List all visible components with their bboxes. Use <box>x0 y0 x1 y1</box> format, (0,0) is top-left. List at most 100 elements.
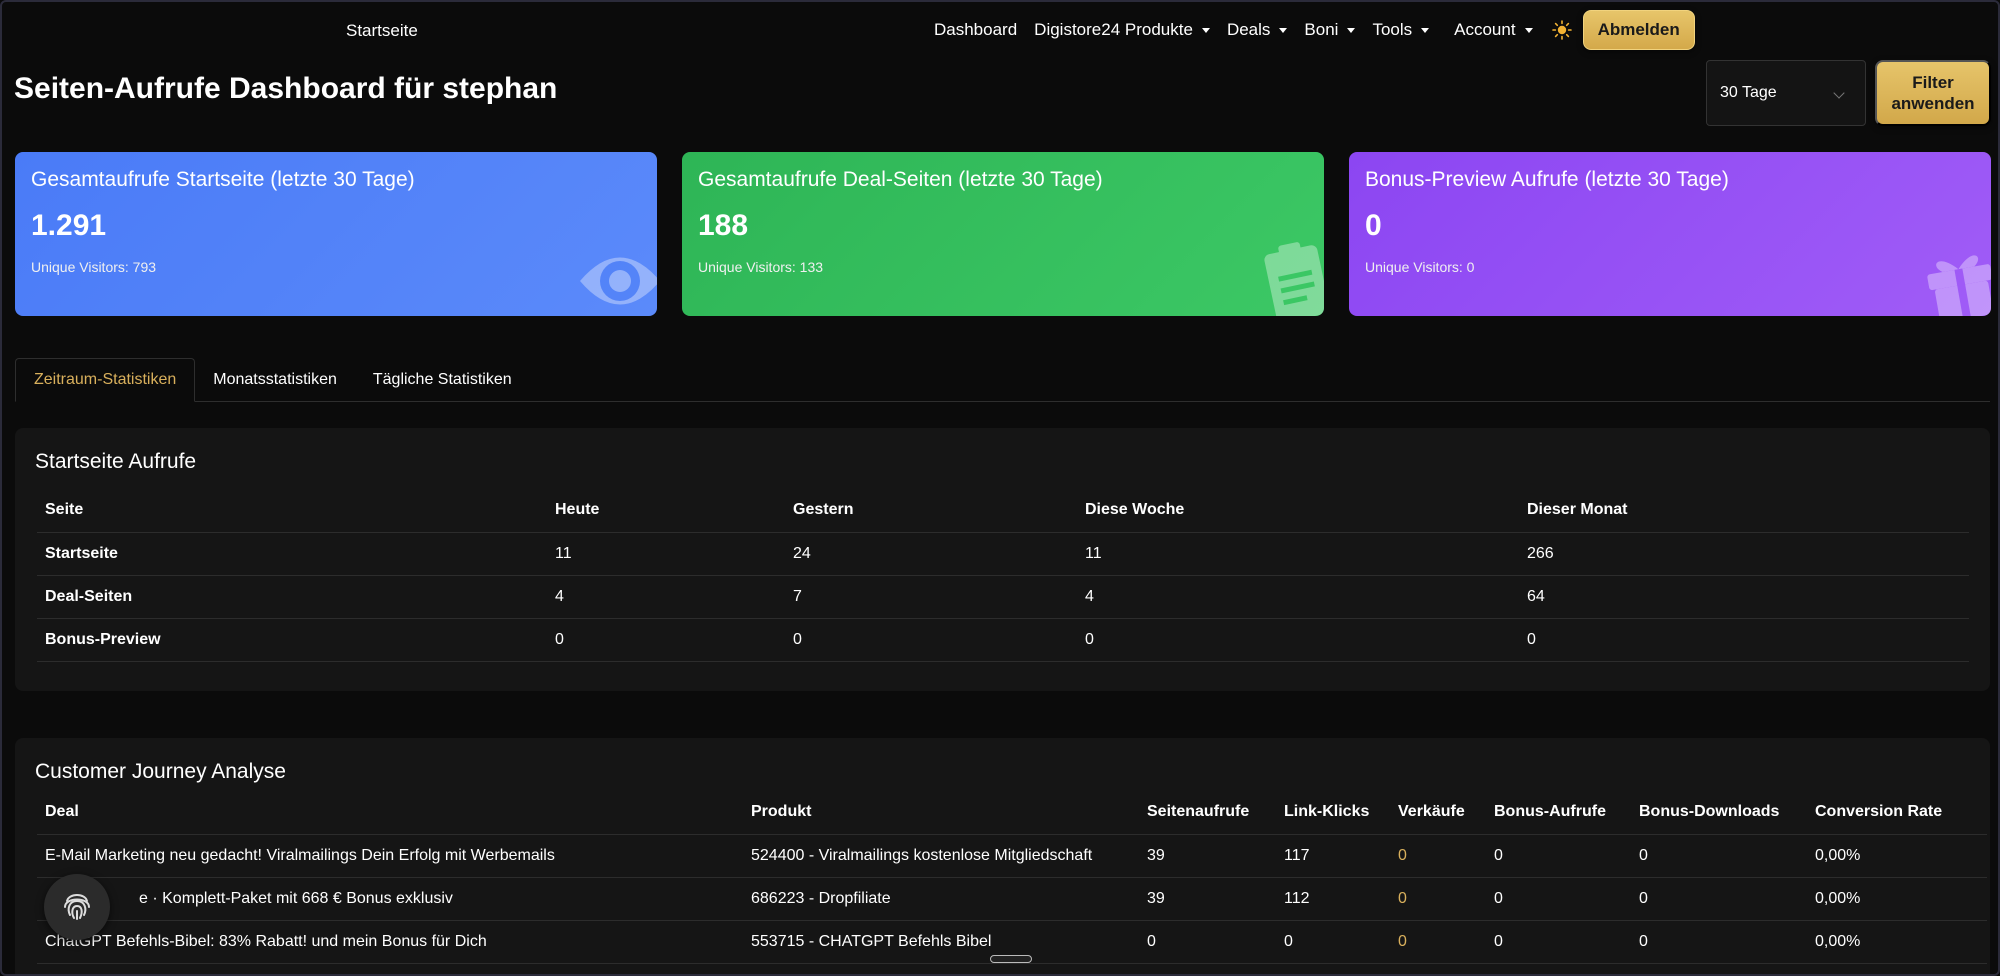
table-row: e · Komplett-Paket mit 668 € Bonus exklu… <box>37 877 1987 920</box>
fingerprint-button[interactable] <box>44 874 110 940</box>
card-title: Gesamtaufrufe Deal-Seiten (letzte 30 Tag… <box>698 168 1103 191</box>
table-cell: 0,00% <box>1815 846 1861 864</box>
column-header: Conversion Rate <box>1815 803 1943 821</box>
table-cell: 266 <box>1527 544 1554 562</box>
table-cell: 0,00% <box>1815 889 1861 907</box>
app-window: Startseite Dashboard Digistore24 Produkt… <box>0 0 2000 976</box>
table-cell-sales: 0 <box>1398 846 1407 864</box>
stat-card-deal-seiten: Gesamtaufrufe Deal-Seiten (letzte 30 Tag… <box>682 152 1324 316</box>
top-navbar: Startseite Dashboard Digistore24 Produkt… <box>2 2 1998 60</box>
table-header-row: Seite Heute Gestern Diese Woche Dieser M… <box>37 489 1969 532</box>
table-cell: 4 <box>555 587 564 605</box>
nav-links: Dashboard Digistore24 Produkte Deals Bon… <box>934 10 1695 50</box>
table-cell: 0,00% <box>1815 932 1861 950</box>
customer-journey-table: Deal Produkt Seitenaufrufe Link-Klicks V… <box>37 791 1987 964</box>
table-cell: 11 <box>1085 544 1102 562</box>
scroll-handle[interactable] <box>990 955 1032 963</box>
nav-item-label: Tools <box>1372 20 1413 39</box>
table-cell: 0 <box>1639 889 1648 907</box>
table-cell: 686223 - Dropfiliate <box>751 889 891 907</box>
table-cell: 0 <box>1527 630 1536 648</box>
table-cell-deal[interactable]: ChatGPT Befehls-Bibel: 83% Rabatt! und m… <box>37 920 743 963</box>
table-cell: Startseite <box>45 544 118 562</box>
table-cell: 0 <box>1494 932 1503 950</box>
customer-journey-panel: Customer Journey Analyse Deal Produkt Se… <box>15 738 1990 974</box>
nav-item-label: Digistore24 Produkte <box>1034 20 1193 39</box>
column-header: Verkäufe <box>1398 803 1465 821</box>
table-cell: 0 <box>1494 889 1503 907</box>
nav-item-label: Account <box>1454 20 1516 39</box>
nav-brand-link[interactable]: Startseite <box>346 21 418 41</box>
table-cell: 0 <box>1284 932 1293 950</box>
table-cell: 11 <box>555 544 572 562</box>
caret-down-icon <box>1524 27 1533 33</box>
card-value: 1.291 <box>31 209 107 242</box>
nav-item-dashboard[interactable]: Dashboard <box>934 20 1017 40</box>
table-cell: 0 <box>1639 932 1648 950</box>
nav-item-account[interactable]: Account <box>1454 20 1533 40</box>
table-cell: 24 <box>793 544 811 562</box>
column-header: Deal <box>45 803 79 821</box>
table-cell: 524400 - Viralmailings kostenlose Mitgli… <box>751 846 1093 864</box>
table-cell: Deal-Seiten <box>45 587 133 605</box>
table-cell: 553715 - CHATGPT Befehls Bibel <box>751 932 992 950</box>
apply-filter-button[interactable]: Filter anwenden <box>1875 60 1991 126</box>
tab-taegliche-statistiken[interactable]: Tägliche Statistiken <box>355 358 530 402</box>
caret-down-icon <box>1279 27 1288 33</box>
card-unique-visitors: Unique Visitors: 133 <box>698 259 824 275</box>
period-select-value: 30 Tage <box>1720 84 1777 101</box>
sun-icon[interactable] <box>1551 20 1572 40</box>
column-header: Diese Woche <box>1085 501 1185 519</box>
card-value: 188 <box>698 209 749 242</box>
table-cell: 64 <box>1527 587 1545 605</box>
eye-icon <box>575 229 657 316</box>
stat-card-bonus-preview: Bonus-Preview Aufrufe (letzte 30 Tage) 0… <box>1349 152 1991 316</box>
table-cell: 0 <box>1494 846 1503 864</box>
column-header: Bonus-Downloads <box>1639 803 1780 821</box>
nav-item-boni[interactable]: Boni <box>1304 20 1356 40</box>
table-cell: 0 <box>1085 630 1094 648</box>
table-cell-deal[interactable]: e · Komplett-Paket mit 668 € Bonus exklu… <box>37 877 743 920</box>
clipboard-icon <box>1262 239 1324 316</box>
filter-label-line2: anwenden <box>1891 94 1975 113</box>
gift-icon <box>1923 239 1991 316</box>
nav-item-label: Dashboard <box>934 20 1018 39</box>
period-select[interactable]: 30 Tage <box>1706 60 1866 126</box>
column-header: Seite <box>45 501 84 519</box>
logout-button[interactable]: Abmelden <box>1582 10 1695 50</box>
table-header-row: Deal Produkt Seitenaufrufe Link-Klicks V… <box>37 791 1987 834</box>
card-title: Bonus-Preview Aufrufe (letzte 30 Tage) <box>1365 168 1729 191</box>
column-header: Gestern <box>793 501 854 519</box>
column-header: Seitenaufrufe <box>1147 803 1250 821</box>
table-row: E-Mail Marketing neu gedacht! Viralmaili… <box>37 834 1987 877</box>
panel-title: Customer Journey Analyse <box>35 760 286 783</box>
card-title: Gesamtaufrufe Startseite (letzte 30 Tage… <box>31 168 415 191</box>
table-cell: 0 <box>555 630 564 648</box>
nav-item-deals[interactable]: Deals <box>1227 20 1288 40</box>
filter-label-line1: Filter <box>1912 72 1954 92</box>
table-cell: 0 <box>1639 846 1648 864</box>
nav-item-digistore24-produkte[interactable]: Digistore24 Produkte <box>1034 20 1210 40</box>
caret-down-icon <box>1201 27 1210 33</box>
column-header: Dieser Monat <box>1527 501 1628 519</box>
tab-zeitraum-statistiken[interactable]: Zeitraum-Statistiken <box>15 358 196 402</box>
table-cell: 7 <box>793 587 802 605</box>
table-cell-sales: 0 <box>1398 932 1407 950</box>
table-cell: 0 <box>1147 932 1156 950</box>
table-cell-sales: 0 <box>1398 889 1407 907</box>
card-unique-visitors: Unique Visitors: 0 <box>1365 259 1475 275</box>
column-header: Bonus-Aufrufe <box>1494 803 1606 821</box>
caret-down-icon <box>1347 27 1356 33</box>
table-cell: Bonus-Preview <box>45 630 161 648</box>
caret-down-icon <box>1421 27 1430 33</box>
nav-item-label: Boni <box>1304 20 1339 39</box>
tab-monatsstatistiken[interactable]: Monatsstatistiken <box>195 358 355 402</box>
table-cell: 39 <box>1147 889 1165 907</box>
stats-tabs: Zeitraum-Statistiken Monatsstatistiken T… <box>15 358 1990 402</box>
chevron-down-icon <box>1833 87 1845 99</box>
table-cell-deal[interactable]: E-Mail Marketing neu gedacht! Viralmaili… <box>37 834 743 877</box>
nav-item-tools[interactable]: Tools <box>1372 20 1430 40</box>
table-cell: 117 <box>1284 846 1310 864</box>
stat-card-startseite: Gesamtaufrufe Startseite (letzte 30 Tage… <box>15 152 657 316</box>
table-cell: 0 <box>793 630 802 648</box>
